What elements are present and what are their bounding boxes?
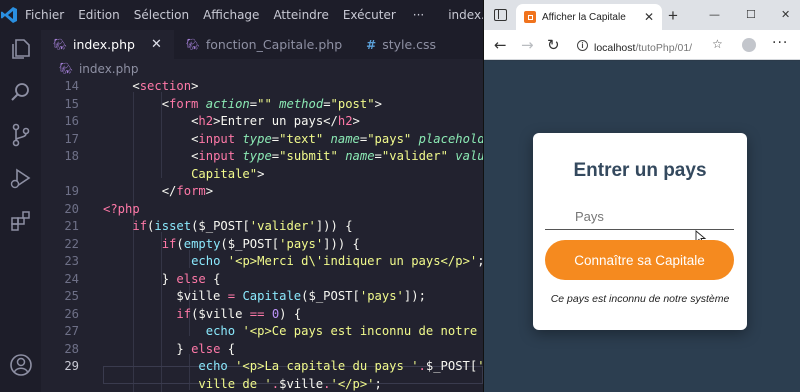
close-icon[interactable]: ✕ (151, 37, 162, 52)
tab-label: fonction_Capitale.php (205, 37, 343, 52)
url-path: /tutoPhp/01/ (635, 41, 693, 54)
back-icon[interactable]: ← (494, 36, 507, 54)
activity-bar (0, 30, 41, 392)
minimize-icon[interactable]: — (709, 8, 720, 21)
menu-edition[interactable]: Edition (71, 8, 127, 22)
browser-tab-title: Afficher la Capitale (542, 11, 626, 23)
menu-atteindre[interactable]: Atteindre (266, 8, 335, 22)
page-title: Entrer un pays (573, 160, 707, 181)
search-icon[interactable] (8, 79, 34, 105)
line-number: 22 (64, 236, 79, 251)
code-line: <h2>Entrer un pays</h2> (191, 114, 360, 128)
vscode-logo-icon (0, 0, 18, 30)
tab-label: style.css (382, 37, 437, 52)
line-number: 15 (64, 96, 79, 111)
code-line: $ville = Capitale($_POST['pays']); (176, 289, 426, 303)
menu-more-icon[interactable]: ··· (403, 8, 434, 22)
code-line: if(empty($_POST['pays'])) { (161, 236, 360, 251)
line-number: 26 (64, 306, 79, 321)
code-line: } else { (161, 271, 221, 286)
code-line: <input type="submit" name="valider" valu… (191, 149, 483, 163)
window-title: index.php - 0 (448, 8, 483, 22)
maximize-icon[interactable]: ☐ (746, 8, 756, 21)
vscode-window: Fichier Edition Sélection Affichage Atte… (0, 0, 483, 392)
tab-actions-icon[interactable] (494, 9, 507, 21)
line-number: 20 (64, 201, 79, 216)
breadcrumb-file[interactable]: index.php (79, 62, 138, 76)
tab-style-css[interactable]: # style.css (354, 30, 448, 59)
site-info-icon[interactable]: i (577, 39, 588, 51)
explorer-icon[interactable] (8, 36, 34, 62)
code-line: </form> (161, 184, 214, 198)
code-line: echo '<p>Ce pays est inconnu de notre s (205, 324, 483, 338)
source-control-icon[interactable] (8, 122, 34, 148)
line-number: 14 (64, 79, 79, 93)
code-line: Capitale"> (191, 166, 265, 181)
code-line: <?php (103, 201, 140, 216)
code-line: } else { (176, 341, 236, 356)
result-message: Ce pays est inconnu de notre système (550, 293, 730, 305)
editor-tabs: 🐘︎ index.php ✕ 🐘︎ fonction_Capitale.php … (41, 30, 483, 59)
code-line: if($ville == 0) { (176, 306, 302, 321)
url-host: localhost (594, 41, 636, 54)
menu-bar: Fichier Edition Sélection Affichage Atte… (18, 0, 434, 30)
line-number: 17 (64, 131, 79, 146)
php-elephant-icon: 🐘︎ (53, 38, 67, 51)
favicon-icon (524, 11, 536, 23)
tab-index-php[interactable]: 🐘︎ index.php ✕ (41, 30, 174, 59)
browser-tab[interactable]: Afficher la Capitale ✕ (516, 4, 662, 30)
tab-fonction-capitale-php[interactable]: 🐘︎ fonction_Capitale.php (174, 30, 354, 59)
code-editor[interactable]: 14 <section> 15 <form action="" method="… (41, 78, 483, 392)
line-number: 18 (64, 149, 79, 163)
reload-icon[interactable]: ↻ (547, 36, 560, 54)
code-line: if(isset($_POST['valider'])) { (132, 219, 353, 233)
line-number: 27 (64, 324, 79, 338)
profile-avatar-icon[interactable] (742, 38, 756, 52)
run-debug-icon[interactable] (8, 165, 34, 191)
line-number: 29 (64, 359, 79, 373)
code-line: echo '<p>La capitale du pays '.$_POST['p (198, 359, 483, 373)
browser-toolbar: ← → ↻ i localhost/tutoPhp/01/ ☆ ··· (484, 30, 800, 60)
address-bar[interactable]: i localhost/tutoPhp/01/ (569, 34, 727, 56)
new-tab-button[interactable]: + (668, 6, 678, 26)
menu-selection[interactable]: Sélection (127, 8, 196, 22)
favorites-icon[interactable]: ☆ (712, 37, 723, 51)
submit-button[interactable]: Connaître sa Capitale (545, 240, 734, 280)
vscode-titlebar: Fichier Edition Sélection Affichage Atte… (0, 0, 483, 30)
code-line: <input type="text" name="pays" placehold… (191, 131, 483, 146)
line-number: 19 (64, 184, 79, 198)
browser-window: Afficher la Capitale ✕ + — ☐ ✕ ← → ↻ i l… (483, 0, 800, 392)
code-line: echo '<p>Merci d\'indiquer un pays</p>'; (191, 254, 483, 268)
country-input[interactable] (545, 204, 734, 230)
tab-label: index.php (72, 37, 135, 52)
code-line: ville de '.$ville.'</p>'; (198, 376, 382, 391)
line-number: 28 (64, 341, 79, 356)
forward-icon[interactable]: → (521, 36, 534, 54)
page-content: Entrer un pays Connaître sa Capitale Ce … (484, 61, 800, 392)
extensions-icon[interactable] (8, 208, 34, 234)
php-elephant-icon: 🐘︎ (185, 38, 200, 51)
line-number: 16 (64, 114, 79, 128)
more-options-icon[interactable]: ··· (772, 35, 788, 51)
account-icon[interactable] (8, 352, 34, 378)
menu-executer[interactable]: Exécuter (336, 8, 403, 22)
code-line: <section> (132, 79, 199, 93)
breadcrumb[interactable]: 🐘︎ index.php (41, 59, 483, 78)
line-number: 23 (64, 254, 79, 268)
line-number: 25 (64, 289, 79, 303)
code-line: <form action="" method="post"> (161, 96, 382, 111)
menu-affichage[interactable]: Affichage (196, 8, 266, 22)
line-number: 24 (64, 271, 79, 286)
form-card: Entrer un pays Connaître sa Capitale Ce … (533, 133, 747, 330)
close-tab-icon[interactable]: ✕ (644, 10, 654, 24)
php-elephant-icon: 🐘︎ (59, 62, 73, 75)
browser-tab-bar: Afficher la Capitale ✕ + — ☐ ✕ (484, 0, 800, 30)
line-number: 21 (64, 219, 79, 233)
css-hash-icon: # (366, 37, 377, 52)
menu-fichier[interactable]: Fichier (18, 8, 71, 22)
window-close-icon[interactable]: ✕ (781, 8, 790, 21)
